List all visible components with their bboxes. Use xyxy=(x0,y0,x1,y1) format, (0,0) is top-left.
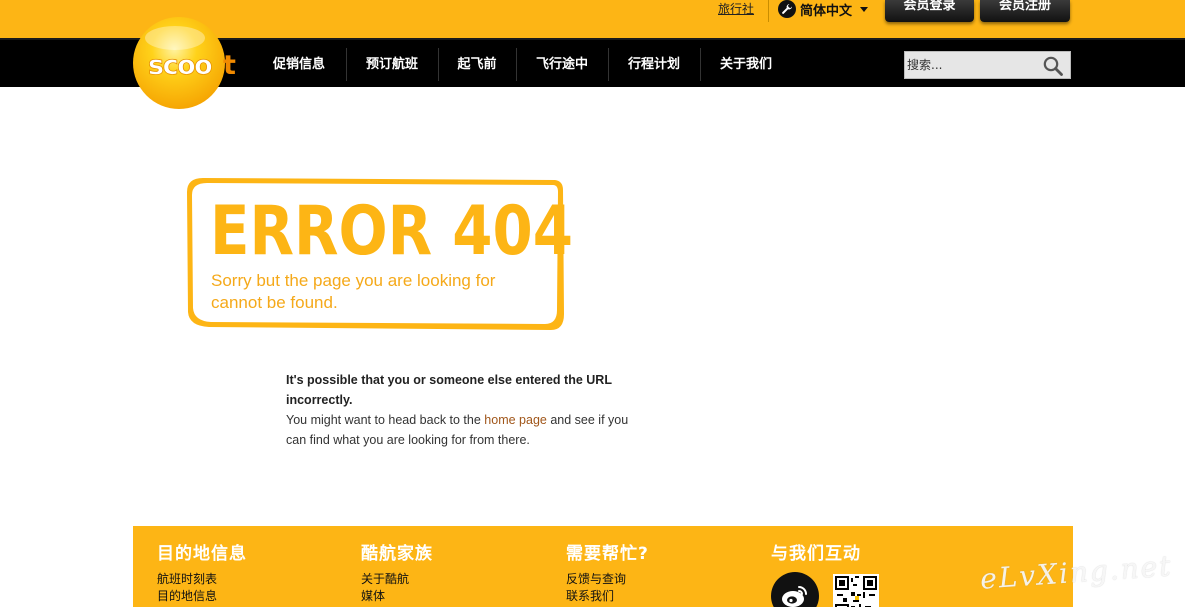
error-message: It's possible that you or someone else e… xyxy=(286,370,646,450)
nav-item-itinerary[interactable]: 行程计划 xyxy=(612,48,696,81)
footer-link-flight-schedule[interactable]: 航班时刻表 xyxy=(157,571,247,588)
footer-col-help: 需要帮忙? 反馈与查询 联系我们 xyxy=(566,543,649,605)
svg-text:t: t xyxy=(223,50,236,81)
footer-link-about[interactable]: 关于酷航 xyxy=(361,571,433,588)
nav-item-before-flight[interactable]: 起飞前 xyxy=(442,48,512,81)
search-input[interactable] xyxy=(907,55,1037,75)
search-box xyxy=(904,51,1071,79)
nav-item-promotions[interactable]: 促销信息 xyxy=(258,48,340,81)
message-text: You might want to head back to the xyxy=(286,413,485,427)
weibo-icon[interactable] xyxy=(771,572,819,607)
top-divider xyxy=(768,0,769,22)
nav-item-about-us[interactable]: 关于我们 xyxy=(704,48,788,81)
search-icon[interactable] xyxy=(1042,55,1064,77)
language-label: 简体中文 xyxy=(800,3,853,19)
nav-divider xyxy=(346,48,347,81)
footer-link-contact[interactable]: 联系我们 xyxy=(566,588,649,605)
footer-heading: 与我们互动 xyxy=(771,544,861,564)
nav-item-in-flight[interactable]: 飞行途中 xyxy=(520,48,604,81)
footer-heading: 目的地信息 xyxy=(157,544,247,564)
member-login-button[interactable]: 会员登录 xyxy=(885,0,974,22)
footer-col-family: 酷航家族 关于酷航 媒体 xyxy=(361,543,433,605)
nav-divider xyxy=(438,48,439,81)
home-page-link[interactable]: home page xyxy=(484,413,547,427)
error-subtitle: Sorry but the page you are looking for c… xyxy=(211,271,496,312)
footer-heading: 需要帮忙? xyxy=(566,544,649,564)
footer-col-social: 与我们互动 xyxy=(771,543,861,571)
nav-divider xyxy=(608,48,609,81)
qr-code xyxy=(833,574,879,607)
footer-link-media[interactable]: 媒体 xyxy=(361,588,433,605)
error-title: ERROR 404 xyxy=(210,192,573,271)
svg-text:scoo: scoo xyxy=(148,50,212,81)
error-message-line2: You might want to head back to the home … xyxy=(286,410,646,450)
footer-col-destinations: 目的地信息 航班时刻表 目的地信息 xyxy=(157,543,247,605)
footer-link-feedback[interactable]: 反馈与查询 xyxy=(566,571,649,588)
nav-item-book-flights[interactable]: 预订航班 xyxy=(350,48,434,81)
nav-divider xyxy=(700,48,701,81)
footer-heading: 酷航家族 xyxy=(361,544,433,564)
wrench-icon xyxy=(778,0,796,18)
error-message-line1: It's possible that you or someone else e… xyxy=(286,373,612,407)
caret-down-icon xyxy=(860,6,869,12)
member-register-button[interactable]: 会员注册 xyxy=(980,0,1070,22)
nav-divider xyxy=(516,48,517,81)
travel-agency-link[interactable]: 旅行社 xyxy=(718,0,754,17)
footer-link-destination-info[interactable]: 目的地信息 xyxy=(157,588,247,605)
scoot-logo[interactable]: scoo t xyxy=(133,16,241,112)
footer: 目的地信息 航班时刻表 目的地信息 酷航家族 关于酷航 媒体 需要帮忙? 反馈与… xyxy=(133,526,1073,607)
language-selector[interactable]: 简体中文 xyxy=(778,0,869,19)
